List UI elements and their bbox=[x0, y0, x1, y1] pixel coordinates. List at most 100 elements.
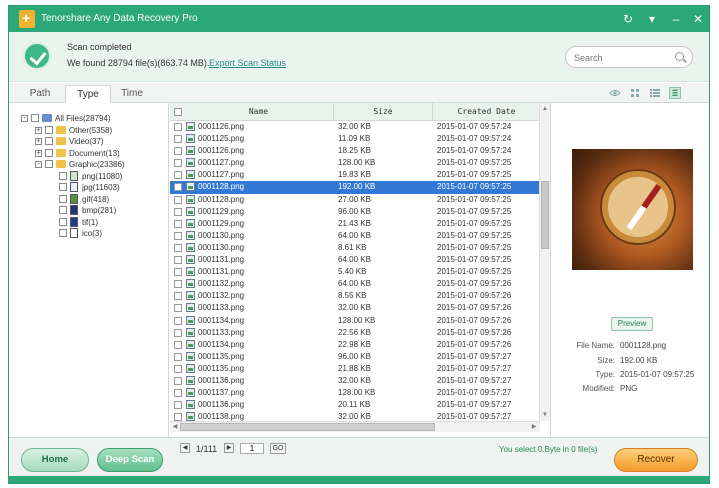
row-checkbox[interactable] bbox=[174, 376, 182, 385]
recover-button[interactable]: Recover bbox=[614, 448, 698, 472]
table-row[interactable]: 0001128.png 27.00 KB 2015-01-07 09:57:25 bbox=[170, 194, 540, 206]
minimize-icon[interactable]: – bbox=[667, 10, 685, 28]
expand-icon[interactable]: + bbox=[35, 126, 42, 134]
table-row[interactable]: 0001134.png 128.00 KB 2015-01-07 09:57:26 bbox=[170, 315, 540, 327]
row-checkbox[interactable] bbox=[174, 304, 182, 313]
tree-checkbox[interactable] bbox=[59, 171, 67, 180]
table-row[interactable]: 0001131.png 5.40 KB 2015-01-07 09:57:25 bbox=[170, 266, 540, 278]
table-row[interactable]: 0001127.png 128.00 KB 2015-01-07 09:57:25 bbox=[170, 157, 540, 169]
tree-checkbox[interactable] bbox=[45, 160, 53, 168]
table-row[interactable]: 0001134.png 22.98 KB 2015-01-07 09:57:26 bbox=[170, 339, 540, 351]
table-row[interactable]: 0001138.png 32.00 KB 2015-01-07 09:57:27 bbox=[170, 411, 540, 421]
tree-node-jpg[interactable]: jpg(11603) bbox=[9, 182, 168, 194]
column-created-date[interactable]: Created Date bbox=[433, 103, 540, 121]
tree-node-png[interactable]: png(11080) bbox=[9, 170, 168, 183]
search-input[interactable] bbox=[574, 51, 672, 64]
table-row[interactable]: 0001136.png 32.00 KB 2015-01-07 09:57:27 bbox=[170, 375, 540, 387]
table-row[interactable]: 0001126.png 32.00 KB 2015-01-07 09:57:24 bbox=[170, 121, 540, 133]
go-button[interactable]: GO bbox=[270, 443, 286, 454]
column-name[interactable]: Name bbox=[184, 103, 334, 121]
table-row[interactable]: 0001133.png 22.56 KB 2015-01-07 09:57:26 bbox=[170, 327, 540, 339]
tree-node-other[interactable]: + Other(5358) bbox=[9, 125, 168, 137]
grid-view-icon[interactable] bbox=[629, 87, 641, 99]
tree-node-tif[interactable]: tif(1) bbox=[9, 216, 168, 229]
table-row[interactable]: 0001133.png 32.00 KB 2015-01-07 09:57:26 bbox=[170, 302, 540, 314]
tree-checkbox[interactable] bbox=[31, 114, 39, 122]
tree-node-graphic[interactable]: - Graphic(23386) bbox=[9, 159, 168, 171]
row-checkbox[interactable] bbox=[174, 316, 182, 325]
table-row[interactable]: 0001128.png 192.00 KB 2015-01-07 09:57:25 bbox=[170, 181, 540, 194]
tab-time[interactable]: Time bbox=[109, 85, 155, 103]
close-icon[interactable]: ✕ bbox=[689, 10, 707, 28]
scroll-up-icon[interactable]: ▲ bbox=[542, 105, 548, 113]
tree-node-document[interactable]: + Document(13) bbox=[9, 148, 168, 160]
scroll-thumb[interactable] bbox=[180, 423, 435, 431]
table-row[interactable]: 0001130.png 64.00 KB 2015-01-07 09:57:25 bbox=[170, 230, 540, 242]
row-checkbox[interactable] bbox=[174, 159, 182, 168]
tree-node-video[interactable]: + Video(37) bbox=[9, 136, 168, 148]
tree-node-bmp[interactable]: bmp(281) bbox=[9, 205, 168, 217]
column-size[interactable]: Size bbox=[334, 103, 433, 121]
row-checkbox[interactable] bbox=[174, 123, 182, 131]
tree-checkbox[interactable] bbox=[59, 229, 67, 237]
detail-view-icon[interactable] bbox=[669, 87, 681, 99]
row-checkbox[interactable] bbox=[174, 401, 182, 410]
row-checkbox[interactable] bbox=[174, 352, 182, 361]
table-row[interactable]: 0001130.png 8.61 KB 2015-01-07 09:57:25 bbox=[170, 242, 540, 254]
tree-checkbox[interactable] bbox=[59, 194, 67, 203]
table-row[interactable]: 0001136.png 20.11 KB 2015-01-07 09:57:27 bbox=[170, 399, 540, 411]
row-checkbox[interactable] bbox=[174, 231, 182, 240]
table-row[interactable]: 0001126.png 18.25 KB 2015-01-07 09:57:24 bbox=[170, 145, 540, 157]
table-row[interactable]: 0001131.png 64.00 KB 2015-01-07 09:57:25 bbox=[170, 254, 540, 266]
dropdown-icon[interactable]: ▾ bbox=[643, 10, 661, 28]
tree-checkbox[interactable] bbox=[59, 217, 67, 226]
deep-scan-button[interactable]: Deep Scan bbox=[97, 448, 163, 472]
table-row[interactable]: 0001129.png 21.43 KB 2015-01-07 09:57:25 bbox=[170, 218, 540, 230]
row-checkbox[interactable] bbox=[174, 171, 182, 180]
row-checkbox[interactable] bbox=[174, 292, 182, 301]
tree-checkbox[interactable] bbox=[45, 137, 53, 145]
table-row[interactable]: 0001135.png 96.00 KB 2015-01-07 09:57:27 bbox=[170, 351, 540, 363]
row-checkbox[interactable] bbox=[174, 340, 182, 349]
table-row[interactable]: 0001132.png 64.00 KB 2015-01-07 09:57:26 bbox=[170, 278, 540, 290]
vertical-scrollbar[interactable]: ▲ ▼ bbox=[539, 103, 550, 421]
row-checkbox[interactable] bbox=[174, 280, 182, 289]
row-checkbox[interactable] bbox=[174, 413, 182, 421]
row-checkbox[interactable] bbox=[174, 328, 182, 337]
prev-page-icon[interactable]: ◀ bbox=[180, 443, 190, 453]
tree-node-all-files[interactable]: - All Files(28794) bbox=[9, 113, 168, 125]
refresh-icon[interactable]: ↻ bbox=[619, 10, 637, 28]
search-box[interactable] bbox=[565, 46, 693, 68]
row-checkbox[interactable] bbox=[174, 243, 182, 252]
eye-icon[interactable] bbox=[609, 87, 621, 99]
row-checkbox[interactable] bbox=[174, 219, 182, 228]
select-all-checkbox[interactable] bbox=[174, 108, 182, 116]
tab-path[interactable]: Path bbox=[17, 85, 63, 103]
next-page-icon[interactable]: ▶ bbox=[224, 443, 234, 453]
row-checkbox[interactable] bbox=[174, 207, 182, 216]
tree-node-gif[interactable]: gif(418) bbox=[9, 193, 168, 206]
table-row[interactable]: 0001137.png 128.00 KB 2015-01-07 09:57:27 bbox=[170, 387, 540, 399]
tree-checkbox[interactable] bbox=[59, 206, 67, 214]
table-row[interactable]: 0001127.png 19.83 KB 2015-01-07 09:57:25 bbox=[170, 169, 540, 181]
tab-type[interactable]: Type bbox=[65, 85, 111, 103]
row-checkbox[interactable] bbox=[174, 147, 182, 156]
collapse-icon[interactable]: - bbox=[21, 115, 28, 122]
tree-checkbox[interactable] bbox=[45, 148, 53, 157]
tree-checkbox[interactable] bbox=[45, 125, 53, 134]
row-checkbox[interactable] bbox=[174, 135, 182, 144]
horizontal-scrollbar[interactable]: ◀ ▶ bbox=[170, 421, 540, 432]
scroll-thumb[interactable] bbox=[541, 181, 549, 249]
home-button[interactable]: Home bbox=[21, 448, 89, 472]
scroll-right-icon[interactable]: ▶ bbox=[530, 423, 538, 431]
scroll-down-icon[interactable]: ▼ bbox=[542, 411, 548, 419]
table-row[interactable]: 0001129.png 96.00 KB 2015-01-07 09:57:25 bbox=[170, 206, 540, 218]
preview-button[interactable]: Preview bbox=[611, 317, 653, 331]
export-scan-status-link[interactable]: Export Scan Status bbox=[209, 58, 286, 68]
list-view-icon[interactable] bbox=[649, 87, 661, 99]
scroll-left-icon[interactable]: ◀ bbox=[171, 423, 179, 431]
page-number-input[interactable] bbox=[240, 443, 264, 454]
table-row[interactable]: 0001125.png 11.09 KB 2015-01-07 09:57:24 bbox=[170, 133, 540, 145]
row-checkbox[interactable] bbox=[174, 183, 182, 192]
table-row[interactable]: 0001132.png 8.55 KB 2015-01-07 09:57:26 bbox=[170, 290, 540, 302]
